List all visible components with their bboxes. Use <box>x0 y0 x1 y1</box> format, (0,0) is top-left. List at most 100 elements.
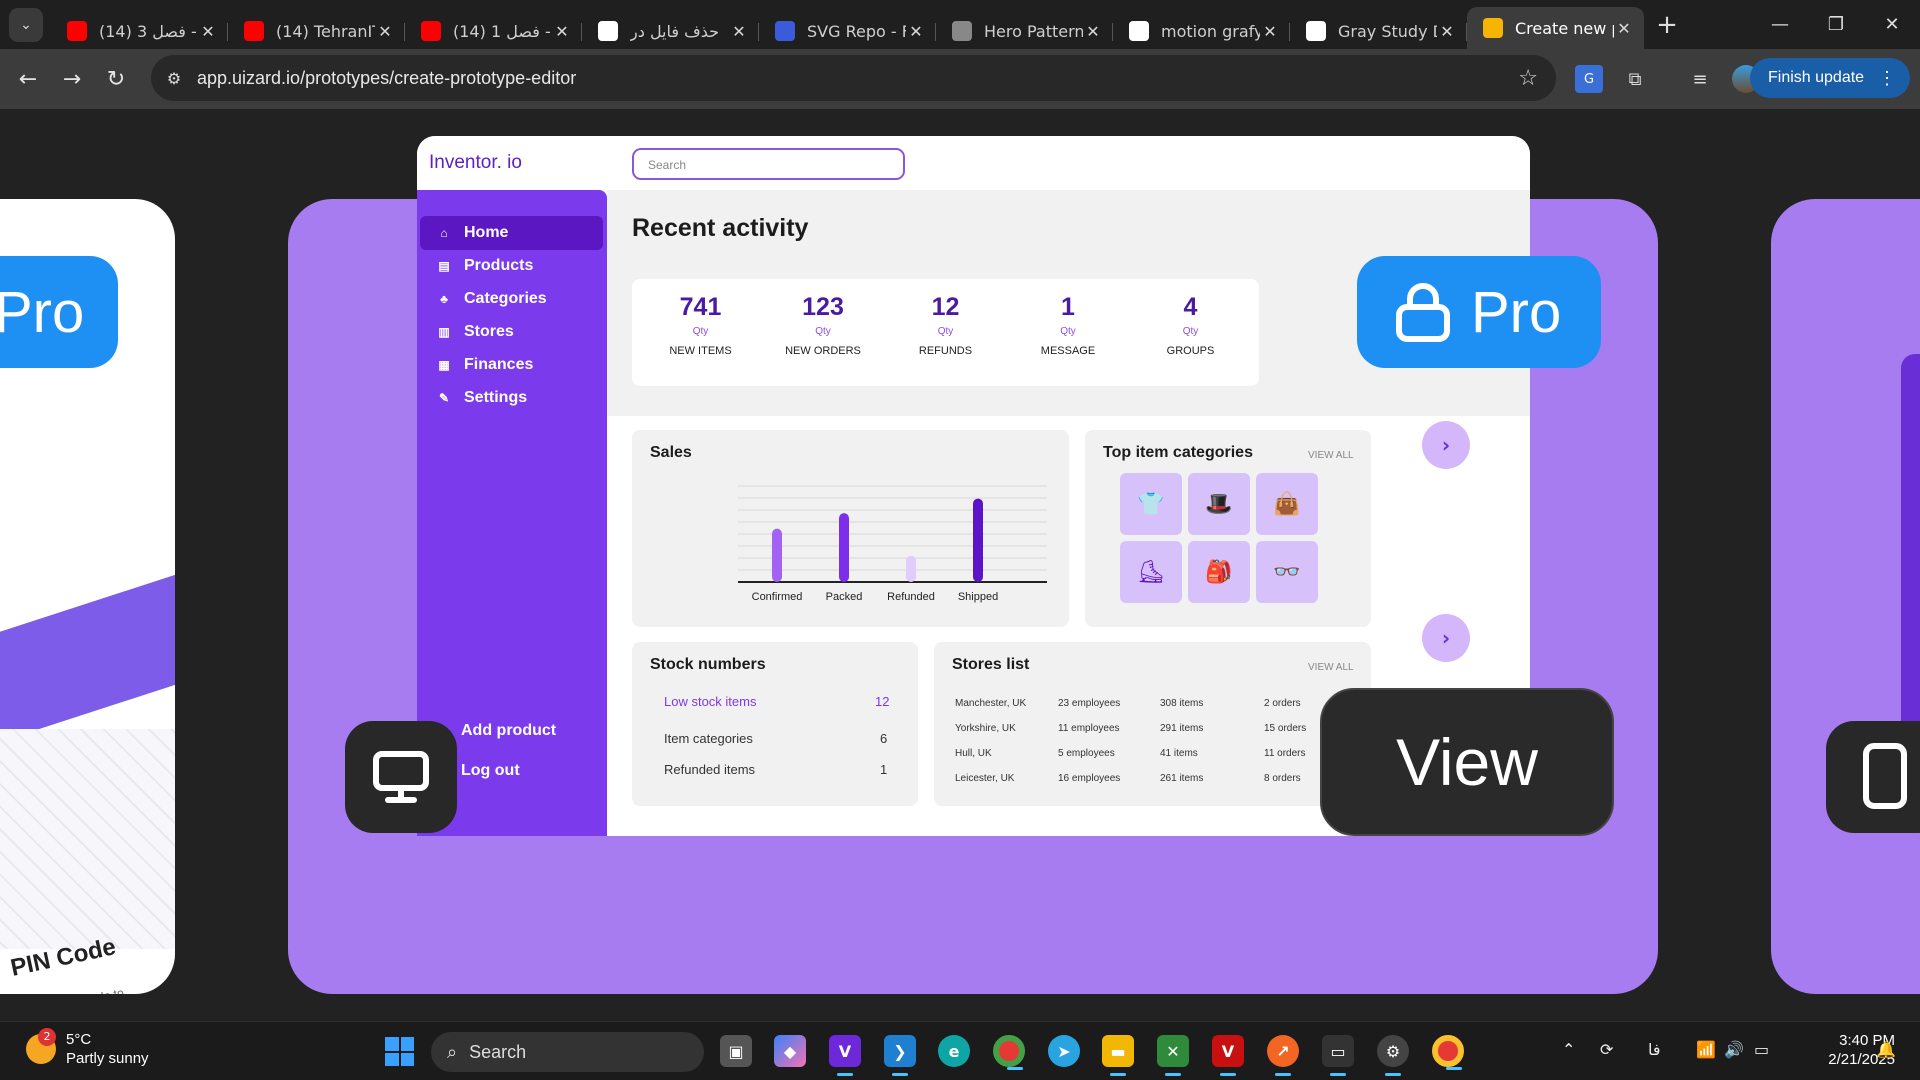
close-window-button[interactable]: ✕ <box>1864 0 1920 49</box>
close-tab-icon[interactable]: ✕ <box>1260 22 1280 41</box>
weather-widget[interactable]: 2 5°C Partly sunny <box>26 1028 149 1068</box>
close-tab-icon[interactable]: ✕ <box>1437 22 1457 41</box>
close-tab-icon[interactable]: ✕ <box>375 22 395 41</box>
money-icon: ▦ <box>438 358 450 372</box>
visual-studio-icon[interactable]: V <box>829 1035 861 1076</box>
arrow-left-icon: ← <box>18 66 38 92</box>
file-explorer-icon[interactable]: ▬ <box>1102 1035 1134 1076</box>
close-tab-icon[interactable]: ✕ <box>729 22 749 41</box>
restore-icon: ❐ <box>1827 14 1845 35</box>
decorative-stripe <box>0 573 175 755</box>
reload-button[interactable]: ↻ <box>96 59 136 99</box>
stat-label: GROUPS <box>1166 345 1215 357</box>
close-tab-icon[interactable]: ✕ <box>1614 19 1634 38</box>
decorative-pattern <box>0 729 175 949</box>
preview-next-arrow-2: › <box>1422 614 1470 662</box>
more-menu-icon[interactable]: ⋮ <box>1878 68 1896 89</box>
preview-nav-item: ⌂ Home <box>420 216 603 250</box>
glasses-icon: 👓 <box>1256 541 1318 603</box>
preview-logo: Inventor. io <box>429 152 522 173</box>
back-button[interactable]: ← <box>8 59 48 99</box>
close-tab-icon[interactable]: ✕ <box>1083 22 1103 41</box>
chrome-icon[interactable] <box>993 1035 1025 1070</box>
bookmark-star-icon[interactable]: ☆ <box>1518 66 1538 91</box>
lock-icon <box>1396 283 1450 342</box>
close-tab-icon[interactable]: ✕ <box>198 22 218 41</box>
address-bar[interactable]: ⚙ app.uizard.io/prototypes/create-protot… <box>151 55 1556 101</box>
preview-header: Inventor. io Search <box>417 136 1530 194</box>
terminal-icon[interactable]: ▭ <box>1322 1035 1354 1076</box>
preview-nav-label: Home <box>464 224 509 241</box>
url-text[interactable]: app.uizard.io/prototypes/create-prototyp… <box>197 68 576 89</box>
close-tab-icon[interactable]: ✕ <box>552 22 572 41</box>
right-template-card[interactable] <box>1771 199 1920 994</box>
settings-icon[interactable]: ⚙ <box>1377 1035 1409 1076</box>
restore-button[interactable]: ❐ <box>1808 0 1864 49</box>
sales-category-label: Packed <box>826 591 863 603</box>
sync-icon[interactable]: ⟳ <box>1600 1040 1613 1059</box>
tab-search-button[interactable]: ⌄ <box>9 7 43 42</box>
preview-log-out: Log out <box>461 762 520 779</box>
app-icon[interactable]: ✕ <box>1157 1035 1189 1076</box>
site-info-icon[interactable]: ⚙ <box>161 69 187 88</box>
store-cell: 23 employees <box>1058 698 1121 709</box>
browser-tab[interactable]: SVG Repo - F ✕ <box>759 13 936 49</box>
vivaldi-icon[interactable]: V <box>1212 1035 1244 1076</box>
browser-tab[interactable]: Hero Patterns ✕ <box>936 13 1113 49</box>
tab-title: (14) فصل 1 - <box>453 21 551 41</box>
wifi-icon[interactable]: 📶 <box>1696 1040 1716 1059</box>
media-queue-icon[interactable]: ≡ <box>1686 65 1714 93</box>
bag-icon: ▤ <box>438 259 450 273</box>
pro-badge[interactable]: Pro <box>1357 256 1601 368</box>
start-button[interactable] <box>385 1037 414 1066</box>
stat-value: 741 <box>679 293 722 321</box>
tab-title: (14) TehranIT <box>276 21 375 41</box>
tshirt-icon: 👕 <box>1120 473 1182 535</box>
uizard-icon <box>1483 18 1503 38</box>
desktop-preview-button[interactable] <box>345 721 457 833</box>
browser-tab[interactable]: motion grafy ✕ <box>1113 13 1290 49</box>
forward-button[interactable]: → <box>52 59 92 99</box>
tray-overflow-icon[interactable]: ⌃ <box>1562 1040 1575 1059</box>
language-indicator[interactable]: فا <box>1648 1040 1661 1059</box>
browser-tab[interactable]: (14) TehranIT ✕ <box>228 13 405 49</box>
minimize-button[interactable]: — <box>1752 0 1808 49</box>
vscode-icon[interactable]: ❯ <box>884 1035 916 1076</box>
preview-next-arrow-1: › <box>1422 421 1470 469</box>
view-button[interactable]: View <box>1320 688 1614 836</box>
windows-taskbar: 2 5°C Partly sunny ⌕ Search ▣ ◆ V ❯ e ➤ ▬ … <box>0 1021 1920 1080</box>
finish-update-button[interactable]: Finish update ⋮ <box>1750 58 1910 98</box>
new-tab-button[interactable]: + <box>1650 10 1684 40</box>
browser-tab[interactable]: (14) فصل 3 - ✕ <box>51 13 228 49</box>
edge-icon[interactable]: e <box>938 1035 970 1067</box>
shapes-icon: ♣ <box>440 292 448 306</box>
taskbar-search[interactable]: ⌕ Search <box>431 1032 704 1072</box>
browser-tab[interactable]: (14) فصل 1 - ✕ <box>405 13 582 49</box>
sales-bar <box>973 498 983 582</box>
google-icon <box>1129 21 1149 41</box>
mobile-preview-button[interactable] <box>1826 721 1920 833</box>
task-view-icon[interactable]: ▣ <box>720 1035 752 1067</box>
search-icon: ⌕ <box>447 1041 458 1062</box>
globe-icon <box>952 21 972 41</box>
telegram-icon[interactable]: ➤ <box>1048 1035 1080 1067</box>
notifications-icon[interactable]: 🔔 <box>1876 1040 1896 1059</box>
volume-icon[interactable]: 🔊 <box>1724 1040 1744 1059</box>
top-categories-panel: Top item categories VIEW ALL 👕 🎩 👜 ⛸ 🎒 👓 <box>1085 430 1371 627</box>
chrome-profile-icon[interactable] <box>1432 1035 1464 1070</box>
store-cell: 2 orders <box>1264 698 1301 709</box>
stat-value: 123 <box>802 293 844 321</box>
postman-icon[interactable]: ↗ <box>1267 1035 1299 1076</box>
extensions-icon[interactable]: ⧉ <box>1621 65 1649 93</box>
reload-icon: ↻ <box>106 66 126 92</box>
copilot-icon[interactable]: ◆ <box>774 1035 806 1067</box>
stat-card: 123 Qty NEW ORDERS <box>754 279 892 386</box>
stat-label: NEW ORDERS <box>785 345 861 357</box>
translate-icon[interactable]: G <box>1575 65 1603 93</box>
close-tab-icon[interactable]: ✕ <box>906 22 926 41</box>
pro-badge-left[interactable]: Pro <box>0 256 118 368</box>
browser-tab[interactable]: Create new p ✕ <box>1467 7 1644 49</box>
battery-icon[interactable]: ▭ <box>1754 1040 1769 1059</box>
browser-tab[interactable]: حذف فایل در ✕ <box>582 13 759 49</box>
browser-tab[interactable]: Gray Study D ✕ <box>1290 13 1467 49</box>
